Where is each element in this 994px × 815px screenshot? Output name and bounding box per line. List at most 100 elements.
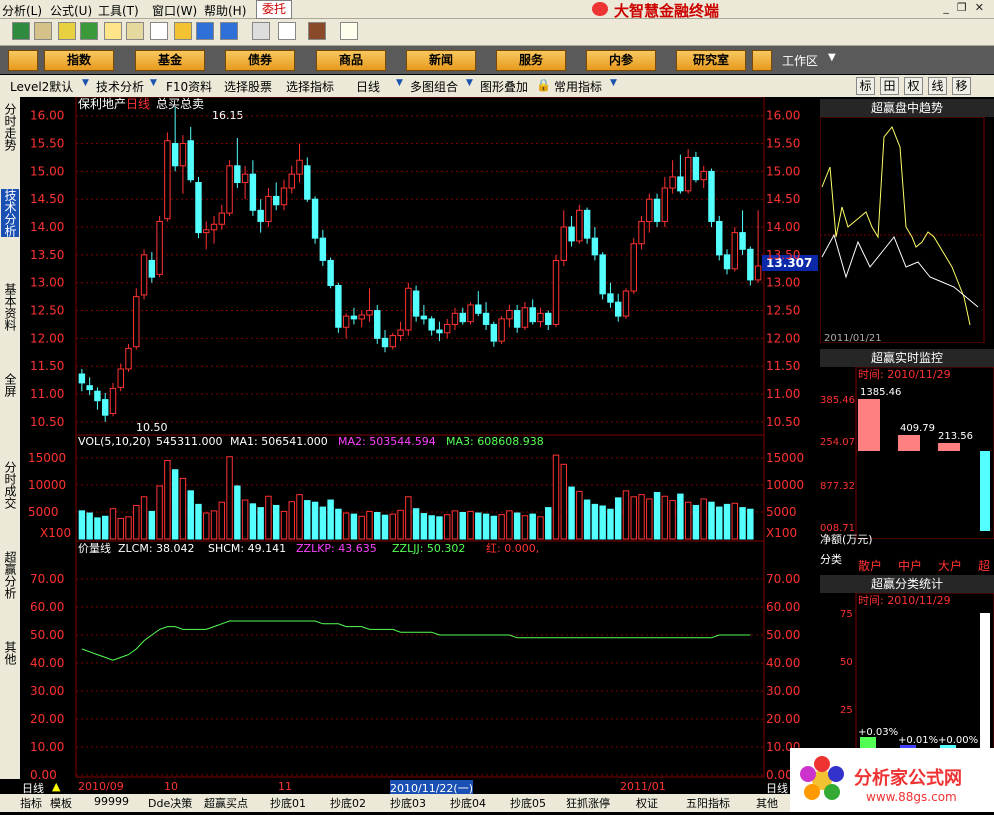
tab-multi-chart[interactable]: 多图组合 bbox=[410, 78, 458, 95]
side-tab-intraday-deal[interactable]: 分时成交 bbox=[1, 461, 19, 509]
nav-commodity-button[interactable]: 商品 bbox=[316, 50, 386, 71]
right-tab-grid[interactable]: 田 bbox=[880, 77, 899, 95]
close-icon[interactable]: ✕ bbox=[975, 1, 992, 14]
nav-index-button[interactable]: 指数 bbox=[44, 50, 114, 71]
tab-technical[interactable]: 技术分析 bbox=[96, 78, 144, 95]
bottom-tab-99999[interactable]: 99999 bbox=[94, 795, 129, 808]
volume-bar bbox=[731, 502, 739, 540]
lock-icon[interactable]: 🔒 bbox=[536, 78, 551, 92]
nav-research-button[interactable]: 研究室 bbox=[676, 50, 746, 71]
ind-tick-right: 30.00 bbox=[766, 684, 800, 698]
bottom-tab-limitup[interactable]: 狂抓涨停 bbox=[566, 795, 610, 811]
menu-window[interactable]: 窗口(W) bbox=[152, 2, 197, 19]
class-label: 分类 bbox=[820, 553, 842, 566]
class-tab-super[interactable]: 超 bbox=[978, 557, 990, 574]
side-tab-fullscreen[interactable]: 全屏 bbox=[1, 373, 19, 397]
toolbar-help-pointer-icon[interactable] bbox=[340, 22, 358, 40]
toolbar-icon-3[interactable] bbox=[58, 22, 76, 40]
volume-bar bbox=[86, 512, 93, 540]
tab-f10[interactable]: F10资料 bbox=[166, 78, 212, 95]
candle-body bbox=[125, 347, 132, 370]
bottom-tab-chaodi03[interactable]: 抄底03 bbox=[390, 795, 426, 811]
vol-tick-right: 5000 bbox=[766, 505, 797, 519]
nav-bond-button[interactable]: 债券 bbox=[225, 50, 295, 71]
nav-back-button[interactable] bbox=[8, 50, 38, 71]
right-tab-right[interactable]: 权 bbox=[904, 77, 923, 95]
dropdown-arrow-icon[interactable]: ▼ bbox=[82, 78, 89, 88]
nav-fund-button[interactable]: 基金 bbox=[135, 50, 205, 71]
toolbar-icon-9[interactable] bbox=[196, 22, 214, 40]
toolbar-icon-12[interactable] bbox=[278, 22, 296, 40]
toolbar-icon-11[interactable] bbox=[252, 22, 270, 40]
stat-value-3: +0.00% bbox=[938, 735, 978, 746]
menu-formula[interactable]: 公式(U) bbox=[50, 2, 92, 19]
ind-tick-left: 70.00 bbox=[30, 572, 64, 586]
restore-icon[interactable]: ❐ bbox=[957, 1, 975, 14]
nav-news-button[interactable]: 新闻 bbox=[406, 50, 476, 71]
bottom-tab-template[interactable]: 模板 bbox=[50, 795, 72, 811]
bottom-tab-buypoint[interactable]: 超赢买点 bbox=[204, 795, 248, 811]
side-tab-fundamental[interactable]: 基本资料 bbox=[1, 283, 19, 331]
entrust-button[interactable]: 委托 bbox=[256, 0, 292, 19]
tab-common-indicator[interactable]: 常用指标 bbox=[554, 78, 602, 95]
bottom-tab-warrant[interactable]: 权证 bbox=[636, 795, 658, 811]
volume-bar bbox=[148, 510, 156, 540]
bottom-tab-other[interactable]: 其他 bbox=[756, 795, 778, 811]
bottom-tab-chaodi04[interactable]: 抄底04 bbox=[450, 795, 486, 811]
toolbar-icon-7[interactable] bbox=[150, 22, 168, 40]
menu-help[interactable]: 帮助(H) bbox=[204, 2, 246, 19]
menu-tools[interactable]: 工具(T) bbox=[98, 2, 139, 19]
tab-daily[interactable]: 日线 bbox=[356, 78, 380, 95]
bottom-tab-chaodi02[interactable]: 抄底02 bbox=[330, 795, 366, 811]
class-tab-large[interactable]: 大户 bbox=[938, 557, 962, 574]
nav-more-button[interactable] bbox=[752, 50, 772, 71]
candle-body bbox=[78, 373, 86, 384]
toolbar-icon-6[interactable] bbox=[126, 22, 144, 40]
side-tab-chaoying[interactable]: 超赢分析 bbox=[1, 551, 19, 599]
bottom-tab-indicator[interactable]: 指标 bbox=[20, 795, 42, 811]
candle-body bbox=[358, 314, 365, 320]
main-chart[interactable]: 保利地产 日线 总买总卖 16.15 10.50 13.307 16.00 16.… bbox=[20, 97, 820, 779]
side-tab-intraday[interactable]: 分时走势 bbox=[1, 103, 19, 151]
toolbar-icon-5[interactable] bbox=[104, 22, 122, 40]
tab-overlay[interactable]: 图形叠加 bbox=[480, 78, 528, 95]
menu-analysis[interactable]: 分析(L) bbox=[2, 2, 42, 19]
monitor-value-1: 1385.46 bbox=[860, 387, 901, 398]
dropdown-arrow-icon[interactable]: ▼ bbox=[396, 78, 403, 88]
side-tab-technical[interactable]: 技术分析 bbox=[1, 189, 19, 237]
dropdown-arrow-icon[interactable]: ▼ bbox=[150, 78, 157, 88]
tab-select-indicator[interactable]: 选择指标 bbox=[286, 78, 334, 95]
workzone-dropdown-icon[interactable]: ▼ bbox=[828, 52, 836, 63]
class-tab-retail[interactable]: 散户 bbox=[858, 557, 882, 574]
side-tab-other[interactable]: 其他 bbox=[1, 641, 19, 665]
bottom-tab-dde[interactable]: Dde决策 bbox=[148, 795, 192, 811]
candle-body bbox=[545, 312, 552, 325]
toolbar-icon-8[interactable] bbox=[174, 22, 192, 40]
bottom-tab-chaodi05[interactable]: 抄底05 bbox=[510, 795, 546, 811]
volume-bar bbox=[451, 510, 459, 540]
toolbar-icon-13[interactable] bbox=[308, 22, 326, 40]
dropdown-arrow-icon[interactable]: ▼ bbox=[610, 78, 617, 88]
volume-bar bbox=[179, 477, 187, 540]
volume-bar bbox=[389, 513, 397, 540]
window-controls[interactable]: _❐✕ bbox=[943, 1, 992, 14]
nav-service-button[interactable]: 服务 bbox=[496, 50, 566, 71]
toolbar-icon-2[interactable] bbox=[34, 22, 52, 40]
toolbar-icon-1[interactable] bbox=[12, 22, 30, 40]
class-tab-medium[interactable]: 中户 bbox=[898, 557, 922, 574]
toolbar-icon-10[interactable] bbox=[220, 22, 238, 40]
ind-zlcm: ZLCM: 38.042 bbox=[118, 542, 195, 555]
bottom-tab-fiveyang[interactable]: 五阳指标 bbox=[686, 795, 730, 811]
dropdown-arrow-icon[interactable]: ▼ bbox=[466, 78, 473, 88]
tab-level2[interactable]: Level2默认 bbox=[10, 78, 73, 95]
tab-select-stock[interactable]: 选择股票 bbox=[224, 78, 272, 95]
right-tab-line[interactable]: 线 bbox=[928, 77, 947, 95]
toolbar-icon-4[interactable] bbox=[80, 22, 98, 40]
candle-body bbox=[304, 165, 311, 200]
workzone-label[interactable]: 工作区 bbox=[782, 52, 818, 69]
right-tab-mark[interactable]: 标 bbox=[856, 77, 875, 95]
nav-insider-button[interactable]: 内参 bbox=[586, 50, 656, 71]
right-tab-move[interactable]: 移 bbox=[952, 77, 971, 95]
minimize-icon[interactable]: _ bbox=[943, 1, 957, 14]
bottom-tab-chaodi01[interactable]: 抄底01 bbox=[270, 795, 306, 811]
